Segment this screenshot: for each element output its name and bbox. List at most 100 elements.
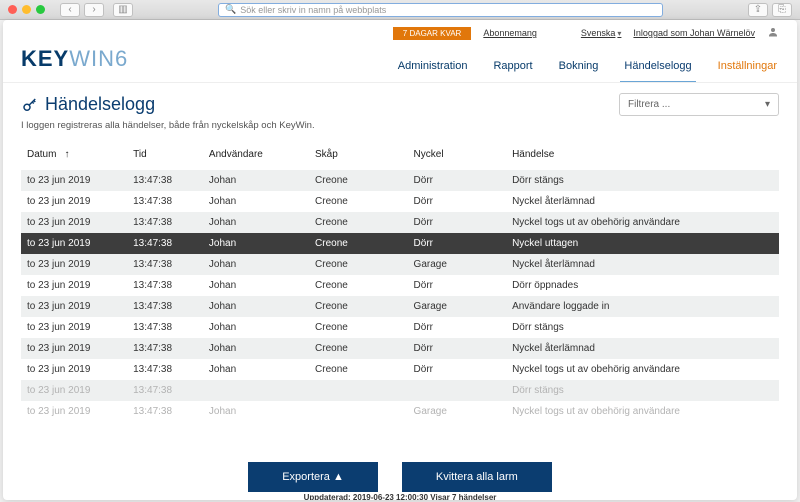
cell-tid: 13:47:38 bbox=[127, 275, 203, 296]
cell-nyckel: Dörr bbox=[408, 275, 507, 296]
filter-select[interactable]: Filtrera ... ▾ bbox=[619, 93, 779, 116]
cell-tid: 13:47:38 bbox=[127, 380, 203, 401]
table-row[interactable]: to 23 jun 201913:47:38JohanCreoneGarageA… bbox=[21, 296, 779, 317]
col-nyckel[interactable]: Nyckel bbox=[408, 141, 507, 170]
cell-handelse: Dörr stängs bbox=[506, 317, 779, 338]
cell-nyckel: Garage bbox=[408, 254, 507, 275]
page-title: Händelselogg bbox=[21, 94, 155, 115]
action-bar: Exportera ▲ Kvittera alla larm bbox=[3, 462, 797, 492]
page-heading-row: Händelselogg Filtrera ... ▾ bbox=[3, 83, 797, 120]
export-button[interactable]: Exportera ▲ bbox=[248, 462, 378, 492]
cell-skap bbox=[309, 401, 408, 422]
cell-nyckel: Dörr bbox=[408, 191, 507, 212]
cell-handelse: Dörr stängs bbox=[506, 380, 779, 401]
cell-handelse: Nyckel uttagen bbox=[506, 233, 779, 254]
col-tid[interactable]: Tid bbox=[127, 141, 203, 170]
cell-datum: to 23 jun 2019 bbox=[21, 401, 127, 422]
minimize-window-icon[interactable] bbox=[22, 5, 31, 14]
cell-handelse: Nyckel togs ut av obehörig användare bbox=[506, 401, 779, 422]
cell-skap: Creone bbox=[309, 233, 408, 254]
page-description: I loggen registreras alla händelser, båd… bbox=[3, 120, 797, 141]
tab-bokning[interactable]: Bokning bbox=[557, 60, 601, 82]
table-row[interactable]: to 23 jun 201913:47:38JohanCreoneDörrNyc… bbox=[21, 212, 779, 233]
main-nav: Administration Rapport Bokning Händelsel… bbox=[396, 60, 779, 82]
chevron-down-icon: ▾ bbox=[617, 29, 621, 38]
table-row[interactable]: to 23 jun 201913:47:38JohanCreoneDörrDör… bbox=[21, 275, 779, 296]
search-icon: 🔍 bbox=[225, 4, 236, 15]
url-input[interactable]: 🔍 Sök eller skriv in namn på webbplats bbox=[218, 3, 663, 17]
cell-datum: to 23 jun 2019 bbox=[21, 191, 127, 212]
tab-installningar[interactable]: Inställningar bbox=[716, 60, 779, 82]
tabs-icon[interactable]: ⎘ bbox=[772, 3, 792, 17]
subscription-link[interactable]: Abonnemang bbox=[483, 28, 537, 38]
url-placeholder: Sök eller skriv in namn på webbplats bbox=[240, 5, 386, 15]
cell-nyckel: Dörr bbox=[408, 212, 507, 233]
share-icon[interactable]: ⇪ bbox=[748, 3, 768, 17]
cell-anv: Johan bbox=[203, 317, 309, 338]
cell-anv: Johan bbox=[203, 401, 309, 422]
col-anvandare[interactable]: Andvändare bbox=[203, 141, 309, 170]
table-row[interactable]: to 23 jun 201913:47:38JohanCreoneDörrDör… bbox=[21, 317, 779, 338]
cell-datum: to 23 jun 2019 bbox=[21, 254, 127, 275]
cell-nyckel: Garage bbox=[408, 401, 507, 422]
cell-skap: Creone bbox=[309, 191, 408, 212]
filter-placeholder: Filtrera ... bbox=[628, 99, 670, 110]
table-row[interactable]: to 23 jun 201913:47:38JohanGarageNyckel … bbox=[21, 401, 779, 422]
table-row[interactable]: to 23 jun 201913:47:38 Dörr stängs bbox=[21, 380, 779, 401]
cell-anv: Johan bbox=[203, 254, 309, 275]
back-button[interactable]: ‹ bbox=[60, 3, 80, 17]
table-row[interactable]: to 23 jun 201913:47:38JohanCreoneDörrNyc… bbox=[21, 359, 779, 380]
col-skap[interactable]: Skåp bbox=[309, 141, 408, 170]
tab-administration[interactable]: Administration bbox=[396, 60, 470, 82]
language-select[interactable]: Svenska▾ bbox=[581, 28, 622, 38]
cell-nyckel: Garage bbox=[408, 296, 507, 317]
cell-handelse: Dörr öppnades bbox=[506, 275, 779, 296]
cell-anv: Johan bbox=[203, 296, 309, 317]
table-row[interactable]: to 23 jun 201913:47:38JohanCreoneDörrNyc… bbox=[21, 233, 779, 254]
cell-anv: Johan bbox=[203, 191, 309, 212]
table-row[interactable]: to 23 jun 201913:47:38JohanCreoneDörrNyc… bbox=[21, 338, 779, 359]
cell-nyckel bbox=[408, 380, 507, 401]
cell-datum: to 23 jun 2019 bbox=[21, 212, 127, 233]
cell-datum: to 23 jun 2019 bbox=[21, 317, 127, 338]
tab-handelselogg[interactable]: Händelselogg bbox=[622, 60, 693, 82]
chevron-down-icon: ▾ bbox=[765, 99, 770, 110]
logged-in-user-link[interactable]: Inloggad som Johan Wärnelöv bbox=[633, 28, 755, 38]
cell-anv: Johan bbox=[203, 212, 309, 233]
cell-nyckel: Dörr bbox=[408, 170, 507, 191]
tab-rapport[interactable]: Rapport bbox=[491, 60, 534, 82]
ack-alarms-button[interactable]: Kvittera alla larm bbox=[402, 462, 552, 492]
logo: KEYWIN6 bbox=[21, 46, 128, 82]
table-row[interactable]: to 23 jun 201913:47:38JohanCreoneDörrDör… bbox=[21, 170, 779, 191]
cell-tid: 13:47:38 bbox=[127, 296, 203, 317]
col-datum[interactable]: Datum↑ bbox=[21, 141, 127, 170]
cell-skap: Creone bbox=[309, 212, 408, 233]
table-row[interactable]: to 23 jun 201913:47:38JohanCreoneDörrNyc… bbox=[21, 191, 779, 212]
table-row[interactable]: to 23 jun 201913:47:38JohanCreoneGarageN… bbox=[21, 254, 779, 275]
col-handelse[interactable]: Händelse bbox=[506, 141, 779, 170]
cell-datum: to 23 jun 2019 bbox=[21, 338, 127, 359]
cell-handelse: Nyckel togs ut av obehörig användare bbox=[506, 212, 779, 233]
cell-datum: to 23 jun 2019 bbox=[21, 296, 127, 317]
window-controls bbox=[8, 5, 45, 14]
cell-nyckel: Dörr bbox=[408, 359, 507, 380]
app-window: 7 DAGAR KVAR Abonnemang Svenska▾ Inlogga… bbox=[3, 20, 797, 500]
cell-tid: 13:47:38 bbox=[127, 317, 203, 338]
browser-chrome: ‹ › ▥ 🔍 Sök eller skriv in namn på webbp… bbox=[0, 0, 800, 20]
forward-button[interactable]: › bbox=[84, 3, 104, 17]
cell-tid: 13:47:38 bbox=[127, 338, 203, 359]
cell-anv: Johan bbox=[203, 170, 309, 191]
cell-handelse: Dörr stängs bbox=[506, 170, 779, 191]
cell-handelse: Nyckel togs ut av obehörig användare bbox=[506, 359, 779, 380]
cell-datum: to 23 jun 2019 bbox=[21, 380, 127, 401]
cell-skap: Creone bbox=[309, 275, 408, 296]
status-line: Uppdaterad: 2019-06-23 12:00:30 Visar 7 … bbox=[3, 493, 797, 500]
sidebar-toggle-icon[interactable]: ▥ bbox=[113, 3, 133, 17]
cell-skap: Creone bbox=[309, 254, 408, 275]
cell-nyckel: Dörr bbox=[408, 233, 507, 254]
cell-tid: 13:47:38 bbox=[127, 170, 203, 191]
close-window-icon[interactable] bbox=[8, 5, 17, 14]
maximize-window-icon[interactable] bbox=[36, 5, 45, 14]
cell-anv bbox=[203, 380, 309, 401]
cell-anv: Johan bbox=[203, 233, 309, 254]
